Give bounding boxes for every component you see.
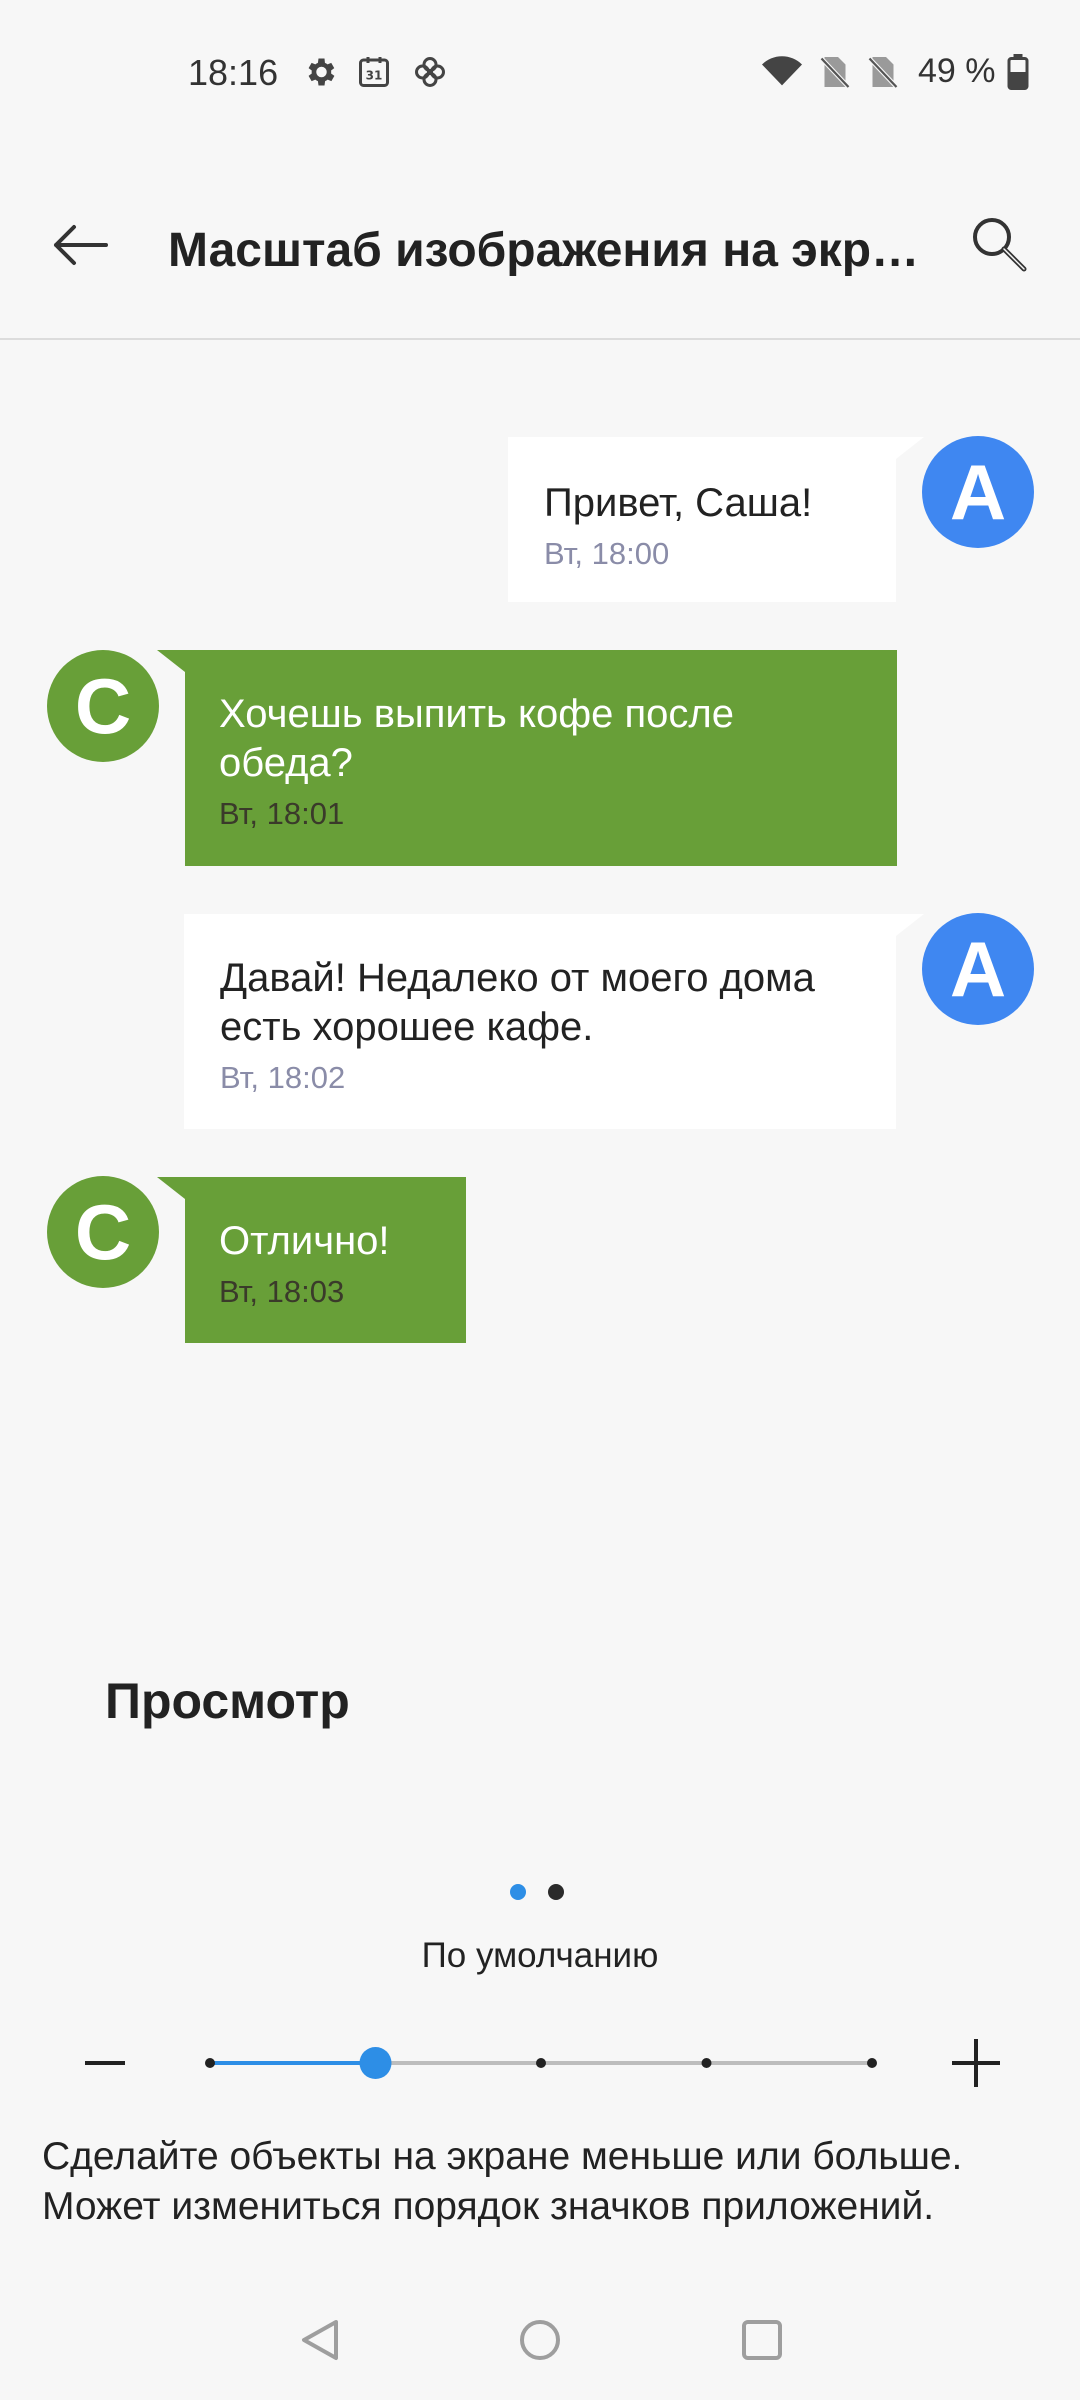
bubble-tail — [157, 650, 185, 672]
slider-tick[interactable] — [867, 2058, 877, 2068]
bubble-tail — [896, 437, 924, 459]
nav-home-button[interactable] — [510, 2310, 570, 2370]
nav-home-icon — [520, 2320, 560, 2360]
message-bubble-incoming: Хочешь выпить кофе после обеда? Вт, 18:0… — [185, 650, 897, 866]
message-text: Привет, Саша! — [544, 481, 813, 525]
scale-current-label: По умолчанию — [421, 1936, 659, 1975]
message-text: Отлично! — [219, 1219, 390, 1263]
page-dot-active[interactable] — [510, 1884, 526, 1900]
avatar-a: A — [922, 913, 1034, 1025]
message-time: Вт, 18:01 — [219, 796, 345, 831]
nav-back-icon — [302, 2320, 338, 2360]
page-title: Масштаб изображения на экране — [168, 224, 920, 277]
battery-icon — [1006, 54, 1042, 90]
nav-back-button[interactable] — [290, 2310, 350, 2370]
slider-tick[interactable] — [536, 2058, 546, 2068]
page-indicator — [510, 1884, 564, 1900]
message-time: Вт, 18:00 — [544, 536, 670, 571]
no-sim-icon — [818, 54, 854, 90]
status-time: 18:16 — [188, 52, 279, 93]
wifi-icon — [762, 54, 802, 90]
back-button[interactable] — [40, 205, 120, 285]
slider-thumb[interactable] — [359, 2047, 392, 2079]
message-text: Давай! Недалеко от моего дома есть хорош… — [220, 956, 815, 1049]
message-text: Хочешь выпить кофе после обеда? — [219, 692, 734, 785]
bubble-tail — [896, 914, 924, 936]
avatar-c: C — [47, 650, 159, 762]
status-bar: 18:16 31 49 % — [0, 0, 1080, 145]
page-dot[interactable] — [548, 1884, 564, 1900]
navigation-bar — [0, 2280, 1080, 2400]
pinwheel-icon — [412, 54, 448, 90]
increase-scale-button[interactable] — [946, 2030, 1006, 2096]
message-bubble-incoming: Отлично! Вт, 18:03 — [185, 1177, 466, 1343]
bubble-tail — [157, 1177, 185, 1199]
avatar-c: C — [47, 1176, 159, 1288]
slider-tick[interactable] — [205, 2058, 215, 2068]
message-bubble-outgoing: Давай! Недалеко от моего дома есть хорош… — [184, 914, 896, 1129]
search-icon — [973, 218, 1027, 272]
scale-description: Сделайте объекты на экране меньше или бо… — [42, 2135, 963, 2228]
message-time: Вт, 18:03 — [219, 1274, 345, 1309]
slider-tick[interactable] — [701, 2058, 712, 2068]
minus-icon — [85, 2061, 125, 2065]
settings-gear-icon — [302, 54, 338, 90]
scale-slider[interactable] — [196, 2030, 896, 2096]
app-bar: Масштаб изображения на экране — [0, 145, 1080, 340]
nav-recents-button[interactable] — [732, 2310, 792, 2370]
battery-percentage: 49 % — [918, 52, 996, 90]
calendar-icon: 31 — [356, 54, 392, 90]
message-bubble-outgoing: Привет, Саша! Вт, 18:00 — [508, 437, 896, 602]
message-time: Вт, 18:02 — [220, 1060, 346, 1095]
arrow-back-icon — [54, 225, 108, 265]
svg-text:31: 31 — [366, 69, 383, 83]
decrease-scale-button[interactable] — [80, 2030, 130, 2096]
avatar-a: A — [922, 436, 1034, 548]
no-sim-icon — [866, 54, 902, 90]
plus-icon — [952, 2039, 1000, 2087]
nav-recents-icon — [742, 2320, 782, 2360]
search-button[interactable] — [960, 205, 1040, 285]
preview-heading: Просмотр — [105, 1673, 350, 1729]
